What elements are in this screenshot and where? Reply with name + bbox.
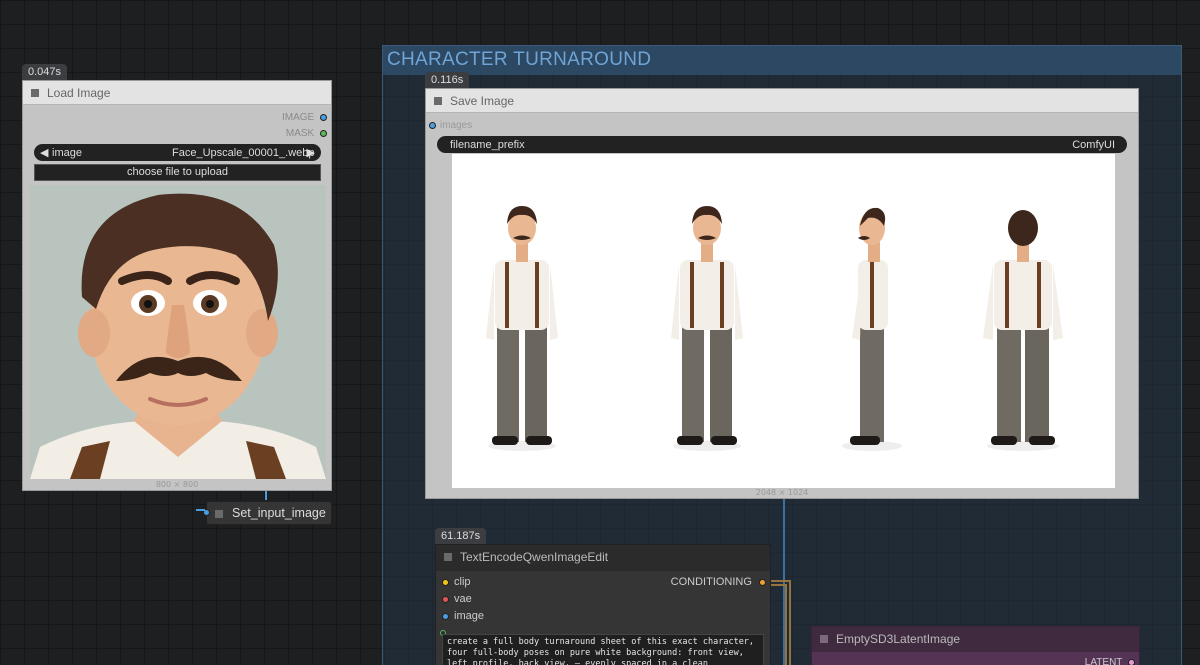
arrow-right-icon[interactable]: ▶ bbox=[307, 146, 315, 159]
input-images[interactable]: images bbox=[429, 120, 472, 131]
output-image-preview bbox=[452, 154, 1115, 488]
text-encode-title: TextEncodeQwenImageEdit bbox=[460, 550, 609, 564]
save-image-timing: 0.116s bbox=[425, 72, 470, 88]
text-encode-title-bar[interactable]: TextEncodeQwenImageEdit bbox=[436, 545, 770, 571]
arrow-left-icon[interactable]: ◀ bbox=[40, 146, 48, 159]
output-image[interactable]: IMAGE bbox=[282, 112, 327, 123]
group-header[interactable]: CHARACTER TURNAROUND bbox=[383, 46, 1181, 75]
collapse-icon[interactable] bbox=[820, 635, 828, 643]
filename-prefix-label: filename_prefix bbox=[450, 139, 525, 151]
save-image-dimensions: 2048 × 1024 bbox=[755, 488, 809, 497]
image-combo-label: image bbox=[52, 147, 82, 159]
input-image[interactable]: image bbox=[442, 610, 484, 622]
wire-stub-icon bbox=[196, 509, 205, 511]
group-title: CHARACTER TURNAROUND bbox=[387, 49, 652, 70]
save-image-title-bar[interactable]: Save Image bbox=[426, 89, 1138, 113]
input-image-preview bbox=[30, 185, 326, 479]
set-input-image-title: Set_input_image bbox=[232, 506, 326, 520]
collapse-icon[interactable] bbox=[444, 553, 452, 561]
save-image-title: Save Image bbox=[450, 94, 515, 108]
load-image-title: Load Image bbox=[47, 86, 111, 100]
load-image-timing: 0.047s bbox=[22, 64, 68, 80]
save-image-node[interactable]: Save Image images filename_prefix ComfyU… bbox=[425, 88, 1139, 499]
vae-input-dot[interactable] bbox=[442, 595, 449, 603]
input-clip[interactable]: clip bbox=[442, 576, 471, 588]
output-conditioning[interactable]: CONDITIONING bbox=[671, 576, 766, 588]
input-vae[interactable]: vae bbox=[442, 593, 472, 605]
empty-latent-title-bar[interactable]: EmptySD3LatentImage bbox=[812, 627, 1139, 652]
output-mask[interactable]: MASK bbox=[286, 128, 327, 139]
filename-prefix-value: ComfyUI bbox=[1072, 139, 1115, 151]
load-image-node[interactable]: Load Image IMAGE MASK ◀ image Face_Upsca… bbox=[22, 80, 332, 491]
empty-latent-node[interactable]: EmptySD3LatentImage LATENT bbox=[811, 626, 1140, 665]
image-combo-widget[interactable]: ◀ image Face_Upscale_00001_.webp ▶ bbox=[34, 144, 321, 161]
filename-prefix-widget[interactable]: filename_prefix ComfyUI bbox=[437, 136, 1127, 153]
set-input-image-node[interactable]: Set_input_image bbox=[203, 501, 332, 525]
images-input-dot[interactable] bbox=[429, 121, 436, 129]
latent-output-dot[interactable] bbox=[1128, 658, 1135, 665]
output-latent[interactable]: LATENT bbox=[1085, 657, 1135, 665]
collapse-icon[interactable] bbox=[31, 89, 39, 97]
text-encode-timing: 61.187s bbox=[435, 528, 487, 544]
load-image-title-bar[interactable]: Load Image bbox=[23, 81, 331, 105]
clip-input-dot[interactable] bbox=[442, 578, 449, 586]
collapse-icon[interactable] bbox=[215, 510, 223, 518]
image-combo-value: Face_Upscale_00001_.webp bbox=[172, 147, 315, 159]
collapse-icon[interactable] bbox=[434, 97, 442, 105]
conditioning-output-dot[interactable] bbox=[759, 578, 766, 586]
upload-button[interactable]: choose file to upload bbox=[34, 164, 321, 181]
prompt-textarea[interactable]: create a full body turnaround sheet of t… bbox=[442, 634, 764, 665]
face-illustration bbox=[30, 185, 326, 479]
load-image-dimensions: 800 × 800 bbox=[155, 480, 199, 489]
turnaround-illustration bbox=[452, 154, 1115, 488]
empty-latent-title: EmptySD3LatentImage bbox=[836, 632, 961, 646]
image-output-dot[interactable] bbox=[320, 113, 327, 121]
image-input-dot[interactable] bbox=[442, 612, 449, 620]
mask-output-dot[interactable] bbox=[320, 129, 327, 137]
text-encode-node[interactable]: TextEncodeQwenImageEdit clip vae image C… bbox=[435, 544, 771, 665]
